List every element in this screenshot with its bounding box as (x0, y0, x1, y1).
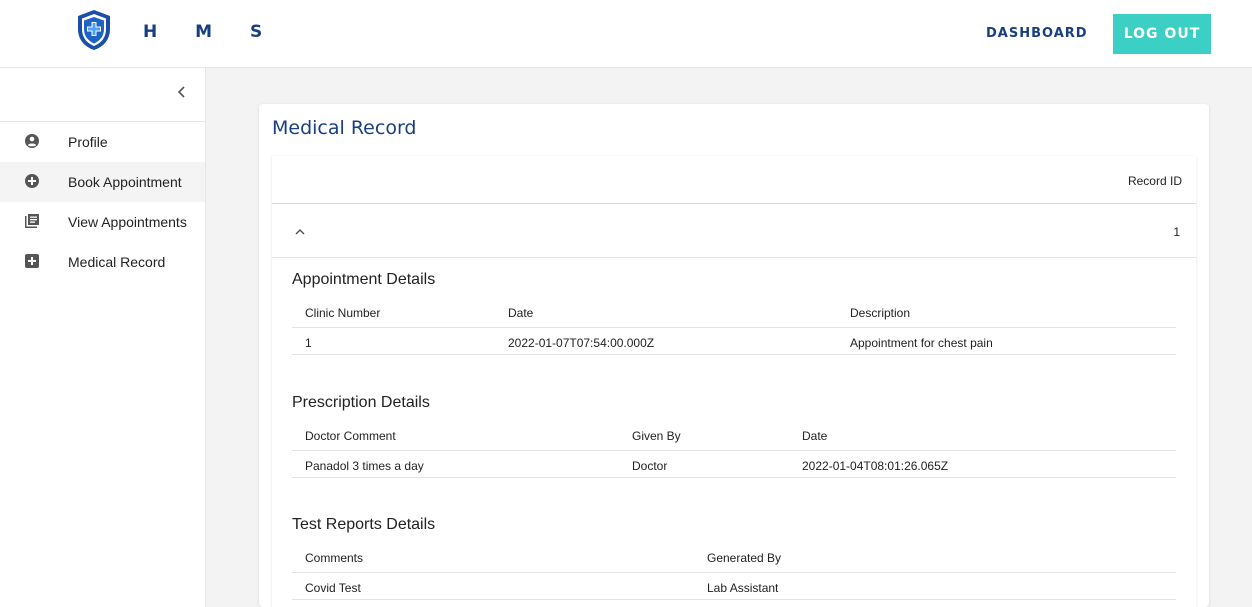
medical-record-card: Medical Record Record ID 1 Appointment D… (259, 104, 1209, 607)
column-header: Comments (305, 551, 364, 565)
library-books-icon (25, 214, 39, 228)
table-cell: Lab Assistant (707, 581, 779, 595)
table-cell: Appointment for chest pain (850, 336, 993, 350)
table-cell: 1 (305, 336, 312, 350)
add-box-icon (25, 254, 39, 268)
chevron-left-icon (177, 86, 185, 98)
table-cell: Doctor (632, 459, 668, 473)
brand-name: H M S (143, 22, 279, 42)
add-circle-icon (25, 174, 39, 188)
header-divider (292, 572, 1176, 573)
column-header-record-id: Record ID (1127, 174, 1182, 188)
shield-logo-icon[interactable] (76, 9, 112, 51)
column-header: Description (850, 306, 911, 320)
sidebar-item-medical-record[interactable]: Medical Record (0, 242, 205, 282)
column-header: Clinic Number (305, 306, 381, 320)
sidebar: Profile Book Appointment View Appointmen… (0, 68, 206, 607)
column-header: Doctor Comment (305, 429, 396, 443)
prescription-details-title: Prescription Details (292, 394, 430, 411)
table-cell: Panadol 3 times a day (305, 459, 424, 473)
header-divider (272, 203, 1196, 204)
row-divider (292, 599, 1176, 600)
header-divider (292, 450, 1176, 451)
column-header: Date (802, 429, 828, 443)
row-divider (292, 354, 1176, 355)
row-divider (292, 477, 1176, 478)
sidebar-item-label: Book Appointment (68, 174, 182, 190)
sidebar-item-view-appointments[interactable]: View Appointments (0, 202, 205, 242)
sidebar-item-label: View Appointments (68, 214, 187, 230)
page-title: Medical Record (272, 117, 417, 139)
collapse-row-button[interactable] (292, 224, 308, 240)
column-header: Date (508, 306, 534, 320)
table-cell: 2022-01-04T08:01:26.065Z (802, 459, 949, 473)
sidebar-item-book-appointment[interactable]: Book Appointment (0, 162, 205, 202)
account-circle-icon (25, 134, 39, 148)
sidebar-item-label: Medical Record (68, 254, 166, 270)
header-divider (292, 327, 1176, 328)
chevron-up-icon (295, 228, 305, 235)
record-id-value: 1 (1173, 225, 1180, 239)
top-app-bar: H M S DASHBOARD LOG OUT (0, 0, 1252, 68)
table-cell: 2022-01-07T07:54:00.000Z (508, 336, 655, 350)
column-header: Generated By (707, 551, 782, 565)
dashboard-link[interactable]: DASHBOARD (986, 26, 1088, 41)
appointment-details-title: Appointment Details (292, 271, 436, 288)
records-table: Record ID 1 Appointment Details Clinic N… (272, 156, 1196, 607)
test-reports-details-title: Test Reports Details (292, 516, 436, 533)
row-divider (272, 257, 1196, 258)
table-cell: Covid Test (305, 581, 361, 595)
collapse-sidebar-button[interactable] (174, 82, 190, 102)
sidebar-item-profile[interactable]: Profile (0, 122, 205, 162)
logout-button[interactable]: LOG OUT (1113, 14, 1211, 54)
sidebar-item-label: Profile (68, 134, 108, 150)
column-header: Given By (632, 429, 681, 443)
